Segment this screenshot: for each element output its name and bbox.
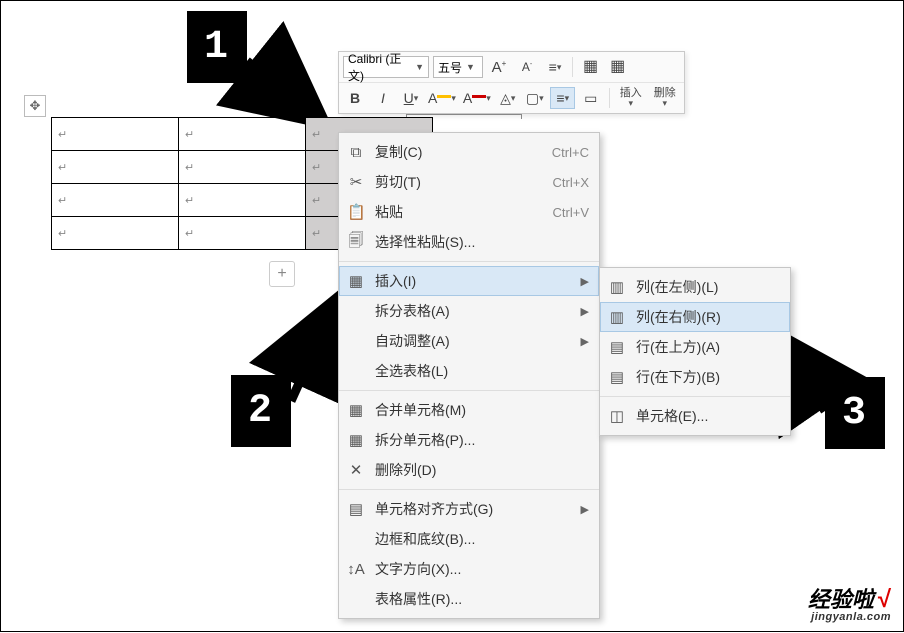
menu-auto-fit[interactable]: 自动调整(A) ▶ — [339, 326, 599, 356]
shrink-font-button[interactable]: A- — [515, 56, 539, 78]
separator — [339, 261, 599, 262]
mini-toolbar: Calibri (正文)▼ 五号▼ A+ A- ≡▾ ▦ ▦ B I U▾ A▾… — [338, 51, 685, 114]
separator — [572, 57, 573, 77]
separator — [339, 489, 599, 490]
watermark-text: 经验啦 — [808, 587, 874, 612]
shading-button[interactable]: ◬▾ — [496, 87, 519, 109]
font-color-button[interactable]: A▾ — [461, 87, 492, 109]
table-cell[interactable]: ↵ — [179, 118, 306, 151]
split-icon: ▦ — [347, 431, 365, 449]
chevron-right-icon: ▶ — [581, 275, 589, 288]
table-cell[interactable]: ↵ — [52, 118, 179, 151]
merge-icon: ▦ — [347, 401, 365, 419]
highlight-button[interactable]: A▾ — [426, 87, 457, 109]
menu-split-cells[interactable]: ▦ 拆分单元格(P)... — [339, 425, 599, 455]
chevron-down-icon: ▼ — [466, 62, 475, 72]
table-cell[interactable]: ↵ — [179, 217, 306, 250]
paste-special-icon: 🗐 — [347, 230, 365, 255]
font-size-value: 五号 — [438, 59, 462, 76]
table-insert-button[interactable]: ▦ — [579, 58, 602, 76]
move-icon: ✥ — [30, 98, 41, 114]
cells-icon: ◫ — [608, 407, 626, 425]
menu-paste-special[interactable]: 🗐 选择性粘贴(S)... — [339, 227, 599, 257]
submenu-row-below[interactable]: ▤ 行(在下方)(B) — [600, 362, 790, 392]
menu-delete-col[interactable]: ✕ 删除列(D) — [339, 455, 599, 485]
menu-merge-cells[interactable]: ▦ 合并单元格(M) — [339, 395, 599, 425]
insert-dropdown[interactable]: 插入▾ — [616, 87, 646, 109]
watermark-url: jingyanla.com — [808, 612, 891, 623]
context-menu: ⧉ 复制(C) Ctrl+C ✂ 剪切(T) Ctrl+X 📋 粘贴 Ctrl+… — [338, 132, 600, 619]
menu-borders-shading[interactable]: 边框和底纹(B)... — [339, 524, 599, 554]
align-button[interactable]: ≡▾ — [550, 87, 575, 109]
col-left-icon: ▥ — [608, 278, 626, 296]
chevron-right-icon: ▶ — [581, 335, 589, 348]
bucket-icon: ◬ — [500, 90, 511, 107]
separator — [339, 390, 599, 391]
plus-icon: + — [277, 265, 286, 283]
menu-cut[interactable]: ✂ 剪切(T) Ctrl+X — [339, 167, 599, 197]
text-direction-icon: ↕A — [347, 561, 365, 578]
col-right-icon: ▥ — [608, 308, 626, 326]
font-size-select[interactable]: 五号 ▼ — [433, 56, 483, 78]
separator — [609, 88, 610, 108]
table-cell[interactable]: ↵ — [52, 217, 179, 250]
table-cell[interactable]: ↵ — [52, 151, 179, 184]
bold-button[interactable]: B — [343, 87, 367, 109]
menu-split-table[interactable]: 拆分表格(A) ▶ — [339, 296, 599, 326]
clear-format-button[interactable]: ≡▾ — [543, 56, 566, 78]
table-icon: ▦ — [610, 58, 625, 76]
menu-cell-align[interactable]: ▤ 单元格对齐方式(G) ▶ — [339, 494, 599, 524]
submenu-col-right[interactable]: ▥ 列(在右侧)(R) — [600, 302, 790, 332]
menu-text-direction[interactable]: ↕A 文字方向(X)... — [339, 554, 599, 584]
border-button[interactable]: ▢▾ — [523, 87, 546, 109]
table-cell[interactable]: ↵ — [179, 151, 306, 184]
insert-submenu: ▥ 列(在左侧)(L) ▥ 列(在右侧)(R) ▤ 行(在上方)(A) ▤ 行(… — [599, 267, 791, 436]
chevron-right-icon: ▶ — [581, 503, 589, 516]
check-icon: √ — [878, 586, 891, 613]
font-name-select[interactable]: Calibri (正文)▼ — [343, 56, 429, 78]
border-icon: ▢ — [526, 90, 539, 107]
delete-col-icon: ✕ — [347, 461, 365, 479]
chevron-down-icon: ▼ — [415, 62, 424, 72]
add-row-button[interactable]: + — [269, 261, 295, 287]
merge-button[interactable]: ▭ — [579, 87, 603, 109]
menu-insert[interactable]: ▦ 插入(I) ▶ — [339, 266, 599, 296]
watermark: 经验啦 √ jingyanla.com — [808, 588, 891, 623]
align-icon: ▤ — [347, 500, 365, 518]
grow-font-button[interactable]: A+ — [487, 56, 511, 78]
menu-copy[interactable]: ⧉ 复制(C) Ctrl+C — [339, 137, 599, 167]
menu-paste[interactable]: 📋 粘贴 Ctrl+V — [339, 197, 599, 227]
table-delete-button[interactable]: ▦ — [606, 58, 629, 76]
submenu-row-above[interactable]: ▤ 行(在上方)(A) — [600, 332, 790, 362]
underline-button[interactable]: U▾ — [399, 87, 422, 109]
italic-button[interactable]: I — [371, 87, 395, 109]
row-above-icon: ▤ — [608, 338, 626, 356]
menu-table-props[interactable]: 表格属性(R)... — [339, 584, 599, 614]
font-name-value: Calibri (正文) — [348, 50, 411, 84]
table-icon: ▦ — [347, 272, 365, 290]
table-move-handle[interactable]: ✥ — [24, 95, 46, 117]
submenu-cells[interactable]: ◫ 单元格(E)... — [600, 401, 790, 431]
merge-icon: ▭ — [584, 90, 597, 107]
submenu-col-left[interactable]: ▥ 列(在左侧)(L) — [600, 272, 790, 302]
paste-icon: 📋 — [347, 203, 365, 221]
table-cell[interactable]: ↵ — [52, 184, 179, 217]
cut-icon: ✂ — [347, 173, 365, 191]
copy-icon: ⧉ — [347, 144, 365, 161]
row-below-icon: ▤ — [608, 368, 626, 386]
separator — [600, 396, 790, 397]
table-cell[interactable]: ↵ — [179, 184, 306, 217]
delete-dropdown[interactable]: 删除▾ — [650, 87, 680, 109]
align-icon: ≡ — [556, 90, 564, 106]
chevron-right-icon: ▶ — [581, 305, 589, 318]
menu-select-table[interactable]: 全选表格(L) — [339, 356, 599, 386]
table-icon: ▦ — [583, 58, 598, 76]
